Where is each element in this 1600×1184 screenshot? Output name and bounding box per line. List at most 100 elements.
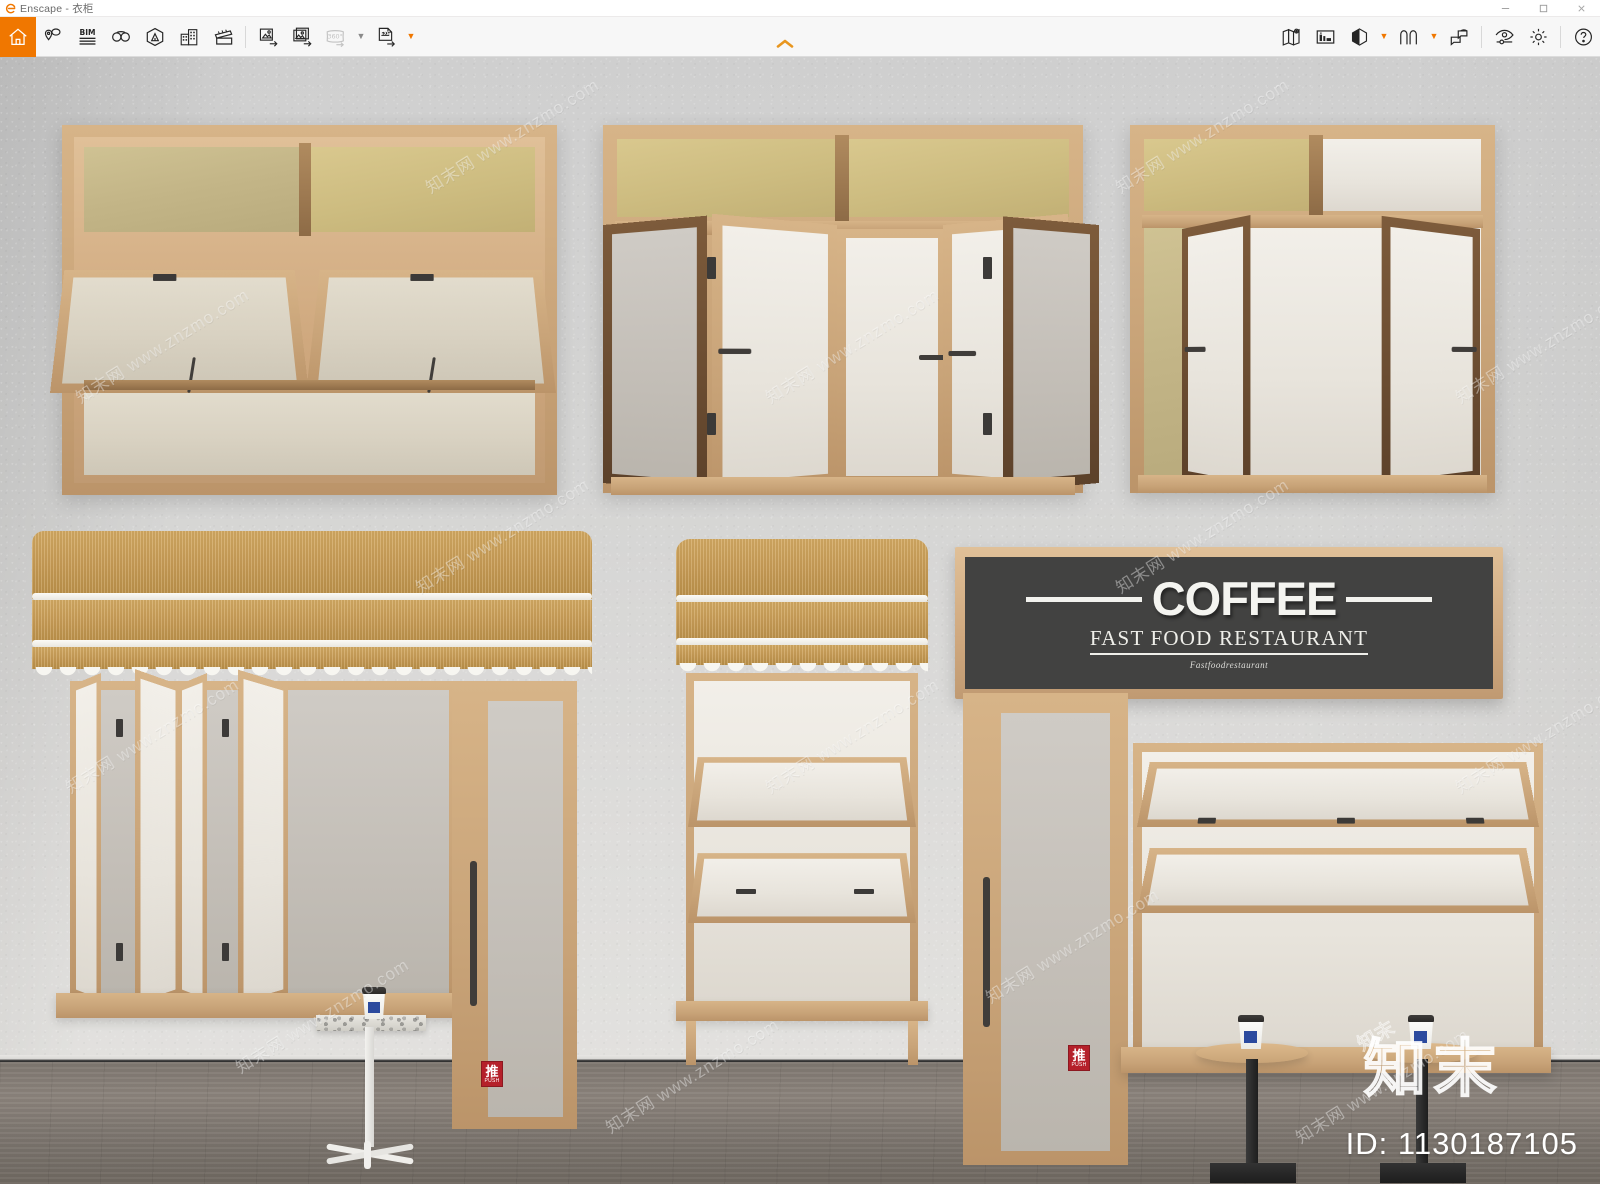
casement-handle-left[interactable] [1184,346,1206,352]
site-context-icon[interactable] [138,17,172,57]
narrow-awning-window-unit [668,535,948,1065]
view-dropdown-caret[interactable]: ▼ [1426,17,1442,57]
bifold-leaf-1 [603,215,708,493]
bifold-handle-right[interactable] [948,350,977,357]
maximize-button[interactable] [1524,0,1562,17]
coffee-bar-counter [1121,1047,1551,1073]
servery-leaf-2 [135,669,180,1011]
asset-library-icon[interactable] [36,17,70,57]
window-controls [1486,0,1600,17]
title-bar: Enscape - 衣柜 [0,0,1600,17]
fabric-awning-large [32,529,592,679]
bifold-hinge-top-right [983,257,992,279]
cup-logo-label-3 [1414,1031,1427,1043]
push-sticker-left: 推 PUSH [481,1061,503,1087]
sign-subtitle: FAST FOOD RESTAURANT [1089,626,1369,655]
awning-sash-left [50,269,309,393]
servery-leaf-1 [72,673,101,1007]
render-viewport[interactable]: 推 PUSH COFFEE FAST FOOD RESTAURANT Fastf… [0,57,1600,1184]
bar-table-1 [1196,1015,1308,1184]
sign-coffee-title: COFFEE [1151,572,1338,625]
servery-hinge-a-bottom [116,943,123,961]
svg-text:EXE: EXE [381,31,390,36]
casement-handle-right[interactable] [1451,346,1477,352]
bifold-hinge-top-left [707,257,716,279]
servery-hinge-a-top [116,719,123,737]
push-sticker-cn-2: 推 [1072,1047,1086,1063]
general-settings-icon[interactable] [1521,17,1555,57]
bim-icon[interactable]: BIM [70,17,104,57]
coffee-signboard: COFFEE FAST FOOD RESTAURANT Fastfoodrest… [955,547,1503,699]
enscape-application-window: Enscape - 衣柜 BIM 360° ▼ EXE ▼ ▼ ▼ 推 PUSH… [0,0,1600,1184]
door-pull-handle-right[interactable] [983,877,990,1027]
materials-icon[interactable] [1308,17,1342,57]
servery-window-frame [70,669,458,1011]
sign-rule-right [1346,596,1433,602]
coffee-sign-panel: COFFEE FAST FOOD RESTAURANT Fastfoodrest… [965,557,1493,689]
sign-rule-left [1025,596,1142,602]
bar-table-base-1 [1210,1163,1296,1183]
svg-text:360°: 360° [327,32,342,40]
visual-settings-icon[interactable] [1487,17,1521,57]
cup-logo-label [368,1002,380,1013]
coffee-bar-window-frame [1133,743,1543,1059]
white-mode-dropdown-caret[interactable]: ▼ [1376,17,1392,57]
bifold-leaf-5 [1003,216,1099,492]
enscape-logo-icon [0,3,20,14]
video-clapperboard-icon[interactable] [206,17,240,57]
narrow-sash-upper [688,757,916,827]
bar-table-stem-2 [1416,1059,1428,1169]
push-sticker-en: PUSH [484,1077,500,1084]
bifold-handle-left[interactable] [718,348,752,354]
export-batch-image-icon[interactable] [285,17,319,57]
terrazzo-bistro-table [316,987,426,1172]
fabric-awning-small [676,535,928,675]
table-stem-left [365,1027,374,1147]
servery-leaf-3 [178,673,207,1007]
sign-script-text: Fastfoodrestaurant [1189,660,1269,670]
servery-leaf-4 [237,669,288,1011]
white-mode-icon[interactable] [1342,17,1376,57]
export-exe-icon[interactable]: EXE [369,17,403,57]
help-icon[interactable] [1566,17,1600,57]
awning-window-double [50,125,557,495]
cup-logo-label-2 [1244,1031,1257,1043]
coffee-cup-center [1238,1015,1264,1049]
panorama-dropdown-caret: ▼ [356,31,366,41]
window-title: Enscape - 衣柜 [20,2,94,15]
narrow-counter-ledge [676,1001,928,1021]
servery-hinge-b-bottom [222,943,229,961]
bar-sash-lower [1137,847,1539,913]
bar-table-2 [1366,1015,1478,1184]
export-image-icon[interactable] [251,17,285,57]
home-icon[interactable] [0,16,36,57]
bifold-leaf-2 [711,213,837,495]
bar-sash-upper [1137,761,1539,827]
export-panorama-360-icon: 360° [319,17,353,57]
entry-door-right[interactable]: 推 PUSH [963,693,1128,1165]
exe-dropdown-caret[interactable]: ▼ [403,17,419,57]
push-sticker-cn: 推 [485,1063,499,1079]
building-icon[interactable] [172,17,206,57]
minimize-button[interactable] [1486,0,1524,17]
toolbar-divider [245,25,246,48]
vr-headset-icon[interactable] [104,17,138,57]
storefront-bifold-with-awning: 推 PUSH [22,529,597,1129]
coffee-cup-left [362,987,386,1019]
door-pull-handle-left[interactable] [470,861,477,1006]
synchronize-view-icon[interactable] [1442,17,1476,57]
bar-table-base-2 [1380,1163,1466,1183]
coffee-cup-right [1408,1015,1434,1049]
servery-hinge-b-top [222,719,229,737]
casement-window-double [1130,125,1495,493]
view-management-icon[interactable] [1392,17,1426,57]
table-base-left [326,1139,414,1169]
toolbar-left-group: BIM [36,17,240,57]
narrow-window-frame [686,673,918,1009]
narrow-sash-lower [688,853,916,923]
awning-scallop-trim [32,667,592,679]
entry-door-left[interactable]: 推 PUSH [452,681,577,1129]
map-pin-icon[interactable] [1274,17,1308,57]
collapse-toolbar-chevron[interactable] [771,38,799,52]
close-button[interactable] [1562,0,1600,17]
